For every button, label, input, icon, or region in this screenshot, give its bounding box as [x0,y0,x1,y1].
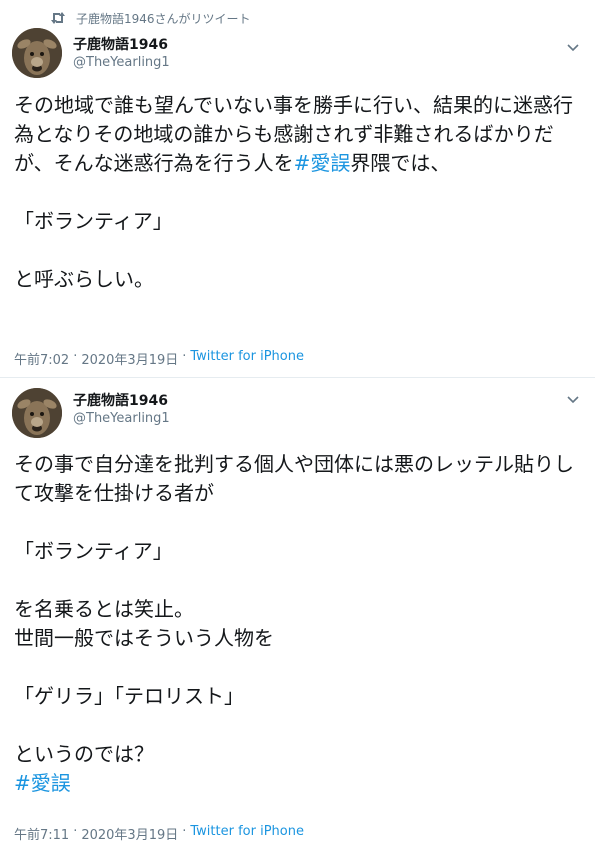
tweet-quote-line: 「ボランティア」 [14,209,173,233]
chevron-down-icon[interactable] [565,40,581,56]
tweet-time[interactable]: 午前7:02 [14,349,69,368]
user-handle[interactable]: @TheYearling1 [73,54,170,72]
meta-separator: · [182,824,187,839]
divider [0,377,595,378]
tweet-quote-line: 「ボランティア」 [14,539,173,563]
tweet-end-line: と呼ぶらしい。 [14,267,154,291]
display-name[interactable]: 子鹿物語1946 [73,36,170,54]
meta-separator: · [73,824,78,839]
meta-separator: · [73,349,78,364]
tweet-quote-line: 「ゲリラ」「テロリスト」 [14,684,244,708]
hashtag-link[interactable]: #愛誤 [14,771,71,795]
tweet-time[interactable]: 午前7:11 [14,824,69,843]
tweet-meta: 午前7:02 · 2020年3月19日 · Twitter for iPhone [14,349,304,368]
display-name[interactable]: 子鹿物語1946 [73,392,170,410]
avatar[interactable] [12,388,62,438]
deer-avatar [12,28,62,78]
user-handle[interactable]: @TheYearling1 [73,410,170,428]
tweet-paragraph: その事で自分達を批判する個人や団体には悪のレッテル貼りして攻撃を仕掛ける者が [14,452,574,505]
tweet-source-link[interactable]: Twitter for iPhone [190,349,304,368]
deer-avatar [12,388,62,438]
meta-separator: · [182,349,187,364]
retweet-label[interactable]: 子鹿物語1946さんがリツイート [76,10,251,27]
chevron-down-icon[interactable] [565,392,581,408]
tweet-end-line: というのでは？ [14,742,154,766]
tweet-source-link[interactable]: Twitter for iPhone [190,824,304,843]
tweet-text: その事で自分達を批判する個人や団体には悪のレッテル貼りして攻撃を仕掛ける者が 「… [14,450,582,798]
hashtag-link[interactable]: #愛誤 [294,151,351,175]
tweet-date[interactable]: 2020年3月19日 [81,349,178,368]
user-block[interactable]: 子鹿物語1946 @TheYearling1 [73,36,170,72]
tweet-line: 世間一般ではそういう人物を [14,626,274,650]
avatar[interactable] [12,28,62,78]
tweet-meta: 午前7:11 · 2020年3月19日 · Twitter for iPhone [14,824,304,843]
retweet-icon [50,11,66,25]
user-block[interactable]: 子鹿物語1946 @TheYearling1 [73,392,170,428]
tweet-date[interactable]: 2020年3月19日 [81,824,178,843]
retweet-context[interactable]: 子鹿物語1946さんがリツイート [50,8,251,28]
tweet-text: その地域で誰も望んでいない事を勝手に行い、結果的に迷惑行為となりその地域の誰から… [14,91,582,294]
tweet-line: を名乗るとは笑止。 [14,597,194,621]
tweet-paragraph-tail: 界隈では、 [350,151,451,175]
